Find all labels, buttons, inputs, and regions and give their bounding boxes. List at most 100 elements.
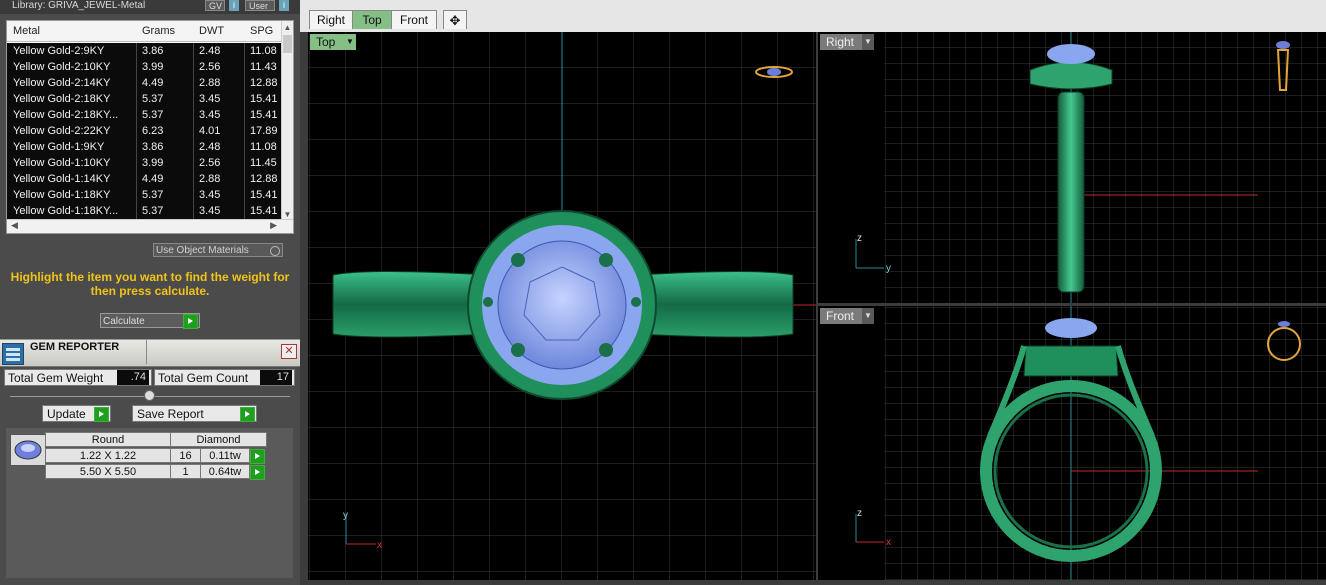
column-divider: [193, 75, 194, 91]
metal-name: Yellow Gold-2:9KY: [13, 45, 105, 57]
update-button[interactable]: Update: [42, 405, 111, 422]
tab-top[interactable]: Top: [352, 10, 392, 29]
play-arrow-icon: [94, 407, 109, 422]
metal-table-header: Metal Grams DWT SPG: [7, 21, 283, 42]
column-divider: [244, 155, 245, 171]
top-view-label[interactable]: Top: [310, 34, 344, 50]
gem-count: 16: [170, 448, 201, 463]
plus-icon[interactable]: ✥: [443, 10, 467, 29]
header-dwt[interactable]: DWT: [199, 25, 224, 37]
header-spg[interactable]: SPG: [250, 25, 273, 37]
close-icon[interactable]: ✕: [281, 344, 297, 359]
play-arrow-icon[interactable]: [250, 449, 265, 464]
play-arrow-icon[interactable]: [250, 465, 265, 480]
table-vertical-scrollbar[interactable]: ▲ ▼: [281, 21, 293, 221]
scroll-right-icon[interactable]: ▶: [270, 220, 277, 231]
column-divider: [244, 107, 245, 123]
column-divider: [136, 43, 137, 59]
spg-value: 11.08: [250, 141, 277, 153]
gv-info-icon[interactable]: i: [229, 0, 239, 11]
gem-shape-header: Round: [45, 432, 171, 447]
top-viewport[interactable]: y x Top ▼: [308, 32, 816, 580]
column-divider: [193, 155, 194, 171]
chevron-down-icon[interactable]: ▼: [862, 308, 874, 324]
table-horizontal-scrollbar[interactable]: ◀ ▶: [7, 219, 293, 233]
dwt-value: 4.01: [199, 125, 221, 137]
column-divider: [136, 91, 137, 107]
update-label: Update: [47, 407, 86, 421]
use-object-materials-checkbox[interactable]: Use Object Materials: [153, 243, 283, 257]
dwt-value: 2.56: [199, 157, 221, 169]
axis-z-label: z: [857, 508, 862, 519]
grams-value: 5.37: [142, 205, 164, 217]
table-row[interactable]: Yellow Gold-1:18KY 5.37 3.45 15.41: [7, 187, 283, 203]
chevron-down-icon[interactable]: ▼: [344, 34, 356, 50]
tab-front[interactable]: Front: [391, 10, 437, 29]
front-view-label[interactable]: Front: [820, 308, 864, 324]
gv-button[interactable]: GV: [205, 0, 225, 11]
grams-value: 3.86: [142, 141, 164, 153]
column-divider: [244, 75, 245, 91]
table-row[interactable]: Yellow Gold-2:18KY 5.37 3.45 15.41: [7, 91, 283, 107]
metal-name: Yellow Gold-2:18KY...: [13, 109, 119, 121]
table-row[interactable]: Yellow Gold-2:10KY 3.99 2.56 11.43: [7, 59, 283, 75]
scroll-up-icon[interactable]: ▲: [282, 23, 293, 32]
spg-value: 17.89: [250, 125, 278, 137]
metal-table[interactable]: Metal Grams DWT SPG Yellow Gold-2:9KY 3.8…: [6, 20, 294, 234]
splitter-handle[interactable]: [144, 390, 155, 401]
spg-value: 12.88: [250, 77, 278, 89]
total-gem-weight-label: Total Gem Weight: [8, 371, 104, 385]
table-row[interactable]: Yellow Gold-2:18KY... 5.37 3.45 15.41: [7, 107, 283, 123]
header-metal[interactable]: Metal: [13, 25, 40, 37]
spg-value: 15.41: [250, 93, 278, 105]
checkbox-circle-icon: [270, 246, 280, 256]
metal-name: Yellow Gold-2:14KY: [13, 77, 111, 89]
column-divider: [193, 139, 194, 155]
chevron-down-icon[interactable]: ▼: [862, 34, 874, 50]
table-row[interactable]: Yellow Gold-1:14KY 4.49 2.88 12.88: [7, 171, 283, 187]
axis-y-label: y: [343, 510, 348, 521]
column-divider: [244, 123, 245, 139]
table-row[interactable]: Yellow Gold-1:9KY 3.86 2.48 11.08: [7, 139, 283, 155]
header-grams[interactable]: Grams: [142, 25, 175, 37]
gem-weight: 0.11tw: [200, 448, 250, 463]
column-divider: [193, 107, 194, 123]
use-object-materials-label: Use Object Materials: [156, 245, 249, 256]
grams-value: 3.86: [142, 45, 164, 57]
save-report-button[interactable]: Save Report: [132, 405, 257, 422]
grams-value: 6.23: [142, 125, 164, 137]
spg-value: 15.41: [250, 205, 278, 217]
metal-name: Yellow Gold-1:18KY...: [13, 205, 119, 217]
gem-count: 1: [170, 464, 201, 479]
calculate-label: Calculate: [103, 316, 145, 327]
grams-value: 5.37: [142, 93, 164, 105]
right-view-label[interactable]: Right: [820, 34, 864, 50]
save-report-label: Save Report: [137, 407, 204, 421]
scroll-thumb[interactable]: [283, 35, 292, 53]
scroll-down-icon[interactable]: ▼: [282, 210, 293, 219]
column-divider: [136, 75, 137, 91]
gem-reporter-icon: [2, 343, 24, 365]
table-row[interactable]: Yellow Gold-1:18KY... 5.37 3.45 15.41: [7, 203, 283, 219]
calculate-button[interactable]: Calculate: [100, 313, 200, 329]
right-viewport[interactable]: z y Right ▼: [818, 32, 1326, 303]
column-divider: [136, 139, 137, 155]
column-divider: [193, 59, 194, 75]
total-gem-count-label: Total Gem Count: [158, 371, 249, 385]
tab-right[interactable]: Right: [309, 10, 353, 29]
table-row[interactable]: Yellow Gold-2:22KY 6.23 4.01 17.89: [7, 123, 283, 139]
dwt-value: 3.45: [199, 189, 221, 201]
axis-x-label: x: [377, 540, 382, 551]
round-gem-thumbnail[interactable]: [10, 434, 46, 466]
grams-value: 5.37: [142, 109, 164, 121]
user-info-icon[interactable]: i: [279, 0, 289, 11]
table-row[interactable]: Yellow Gold-2:9KY 3.86 2.48 11.08: [7, 43, 283, 59]
front-viewport[interactable]: z x Front ▼: [818, 306, 1326, 580]
user-button[interactable]: User: [245, 0, 275, 11]
spg-value: 15.41: [250, 189, 278, 201]
table-row[interactable]: Yellow Gold-2:14KY 4.49 2.88 12.88: [7, 75, 283, 91]
table-row[interactable]: Yellow Gold-1:10KY 3.99 2.56 11.45: [7, 155, 283, 171]
metal-name: Yellow Gold-2:10KY: [13, 61, 111, 73]
total-gem-count-value: 17: [260, 370, 292, 385]
scroll-left-icon[interactable]: ◀: [11, 220, 18, 231]
